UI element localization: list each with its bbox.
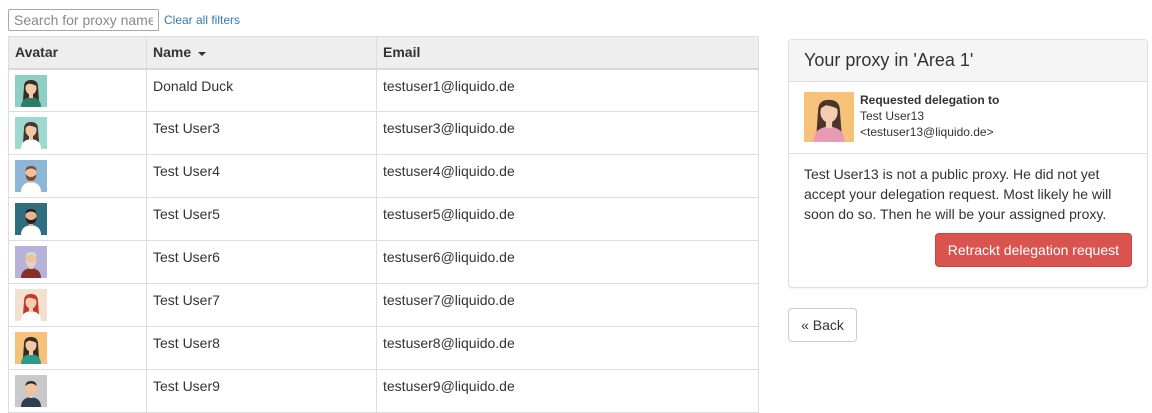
avatar-cell bbox=[8, 326, 147, 370]
panel-title: Your proxy in 'Area 1' bbox=[789, 40, 1147, 82]
delegate-email: <testuser13@liquido.de> bbox=[860, 125, 994, 139]
proxy-search-input[interactable] bbox=[8, 9, 159, 31]
user-name: Test User9 bbox=[146, 369, 377, 413]
user-avatar bbox=[15, 289, 47, 321]
user-email: testuser6@liquido.de bbox=[376, 240, 759, 284]
avatar-cell bbox=[8, 283, 147, 327]
table-row[interactable]: Donald Duck testuser1@liquido.de bbox=[8, 68, 759, 112]
clear-filters-link[interactable]: Clear all filters bbox=[164, 13, 240, 27]
user-avatar bbox=[15, 117, 47, 149]
retract-wrap: Retrackt delegation request bbox=[804, 233, 1132, 267]
user-email: testuser8@liquido.de bbox=[376, 326, 759, 370]
table-row[interactable]: Test User9 testuser9@liquido.de bbox=[8, 369, 759, 413]
user-name: Test User6 bbox=[146, 240, 377, 284]
table-row[interactable]: Test User5 testuser5@liquido.de bbox=[8, 197, 759, 241]
column-header-name[interactable]: Name bbox=[146, 36, 377, 70]
user-name: Test User7 bbox=[146, 283, 377, 327]
table-row[interactable]: Test User4 testuser4@liquido.de bbox=[8, 154, 759, 198]
avatar-cell bbox=[8, 197, 147, 241]
column-header-name-label: Name bbox=[153, 44, 192, 61]
delegation-info: Requested delegation to Test User13 <tes… bbox=[789, 82, 1147, 154]
user-email: testuser7@liquido.de bbox=[376, 283, 759, 327]
column-header-email[interactable]: Email bbox=[376, 36, 759, 70]
user-name: Test User4 bbox=[146, 154, 377, 198]
table-row[interactable]: Test User6 testuser6@liquido.de bbox=[8, 240, 759, 284]
user-email: testuser4@liquido.de bbox=[376, 154, 759, 198]
user-email: testuser5@liquido.de bbox=[376, 197, 759, 241]
user-avatar bbox=[15, 332, 47, 364]
user-email: testuser3@liquido.de bbox=[376, 111, 759, 155]
user-name: Test User3 bbox=[146, 111, 377, 155]
avatar-cell bbox=[8, 111, 147, 155]
user-avatar bbox=[15, 375, 47, 407]
avatar-cell bbox=[8, 369, 147, 413]
user-avatar bbox=[15, 246, 47, 278]
filter-bar: Clear all filters bbox=[8, 9, 240, 31]
avatar-cell bbox=[8, 154, 147, 198]
table-row[interactable]: Test User8 testuser8@liquido.de bbox=[8, 326, 759, 370]
delegate-name: Test User13 bbox=[860, 109, 925, 123]
delegation-label: Requested delegation to bbox=[860, 93, 1000, 107]
back-button[interactable]: « Back bbox=[788, 308, 857, 342]
user-name: Test User5 bbox=[146, 197, 377, 241]
user-email: testuser1@liquido.de bbox=[376, 68, 759, 112]
retract-delegation-button[interactable]: Retrackt delegation request bbox=[934, 233, 1132, 267]
delegation-text: Requested delegation to Test User13 <tes… bbox=[860, 92, 999, 143]
user-name: Test User8 bbox=[146, 326, 377, 370]
user-avatar bbox=[15, 160, 47, 192]
table-body: Donald Duck testuser1@liquido.de Test User… bbox=[8, 68, 759, 413]
user-avatar bbox=[15, 203, 47, 235]
avatar-cell bbox=[8, 68, 147, 112]
user-name: Donald Duck bbox=[146, 68, 377, 112]
table-row[interactable]: Test User3 testuser3@liquido.de bbox=[8, 111, 759, 155]
column-header-avatar: Avatar bbox=[8, 36, 147, 70]
table-header-row: Avatar Name Email bbox=[8, 36, 759, 70]
user-email: testuser9@liquido.de bbox=[376, 369, 759, 413]
table-row[interactable]: Test User7 testuser7@liquido.de bbox=[8, 283, 759, 327]
delegate-avatar bbox=[804, 92, 854, 142]
user-avatar bbox=[15, 74, 47, 107]
avatar-cell bbox=[8, 240, 147, 284]
panel-body: Test User13 is not a public proxy. He di… bbox=[789, 154, 1147, 277]
proxy-panel: Your proxy in 'Area 1' Requested delegat… bbox=[788, 39, 1148, 288]
proxy-table: Avatar Name Email Donald Duck testuser1@l… bbox=[8, 36, 759, 413]
sort-desc-icon bbox=[198, 51, 207, 56]
delegation-message: Test User13 is not a public proxy. He di… bbox=[804, 166, 1112, 222]
